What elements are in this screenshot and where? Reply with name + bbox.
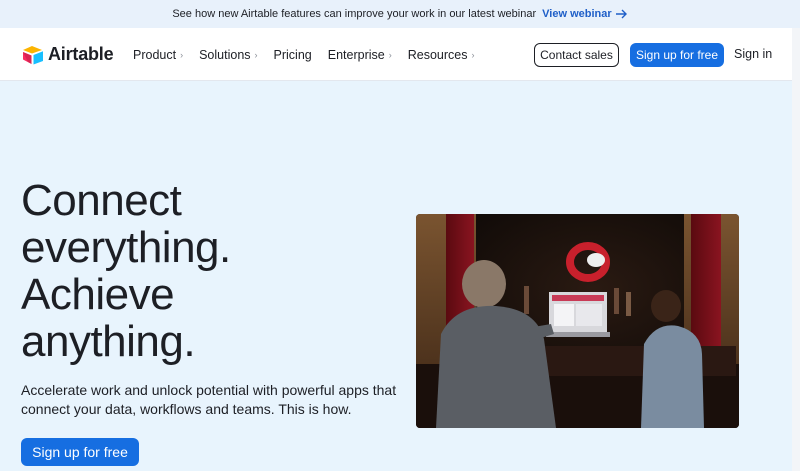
hero-subtitle: Accelerate work and unlock potential wit…	[21, 382, 397, 417]
hero-photo	[416, 214, 739, 428]
headline-line: anything.	[21, 317, 196, 366]
arrow-right-icon	[615, 9, 627, 19]
main-menu: Product › Solutions › Pricing Enterprise…	[133, 28, 490, 81]
chevron-right-icon: ›	[471, 49, 475, 60]
announcement-banner: See how new Airtable features can improv…	[0, 0, 800, 28]
contact-sales-button[interactable]: Contact sales	[534, 43, 619, 67]
view-webinar-link[interactable]: View webinar	[542, 8, 628, 20]
brand-name: Airtable	[48, 44, 114, 64]
airtable-logo-icon	[23, 45, 43, 64]
menu-item-resources[interactable]: Resources ›	[408, 48, 475, 62]
menu-item-pricing[interactable]: Pricing	[274, 48, 312, 62]
chevron-right-icon: ›	[254, 49, 258, 60]
menu-item-solutions[interactable]: Solutions ›	[199, 48, 257, 62]
brand-logo[interactable]: Airtable	[22, 44, 114, 65]
menu-item-enterprise[interactable]: Enterprise ›	[328, 48, 392, 62]
menu-label: Product	[133, 47, 177, 62]
headline-line: Connect	[21, 176, 182, 225]
hero-headline: Connect everything. Achieve anything.	[21, 177, 381, 365]
menu-label: Resources	[407, 47, 468, 62]
banner-text: See how new Airtable features can improv…	[172, 8, 537, 20]
signin-link[interactable]: Sign in	[734, 47, 772, 61]
top-navigation: Airtable Product › Solutions › Pricing E…	[0, 28, 800, 81]
menu-item-product[interactable]: Product ›	[133, 48, 183, 62]
chevron-right-icon: ›	[388, 49, 392, 60]
menu-label: Solutions	[199, 47, 251, 62]
page-scrollbar[interactable]	[792, 28, 800, 471]
hero-signup-button[interactable]: Sign up for free	[21, 438, 139, 466]
theater-scene-image	[416, 214, 739, 428]
headline-line: everything.	[21, 223, 231, 272]
menu-label: Enterprise	[327, 47, 385, 62]
nav-signup-button[interactable]: Sign up for free	[630, 43, 724, 67]
menu-label: Pricing	[273, 47, 312, 62]
chevron-right-icon: ›	[180, 49, 184, 60]
view-webinar-label: View webinar	[542, 8, 612, 20]
headline-line: Achieve	[21, 270, 175, 319]
